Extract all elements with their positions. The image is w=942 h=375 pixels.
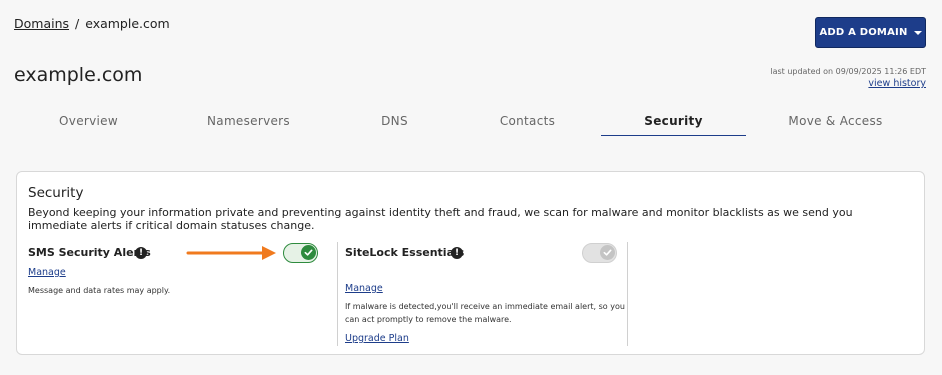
column-divider: [337, 242, 338, 346]
add-domain-label: ADD A DOMAIN: [819, 27, 908, 38]
security-title: Security: [28, 185, 84, 201]
sitelock-note: If malware is detected,you'll receive an…: [345, 302, 625, 324]
sms-alerts-title: SMS Security Alerts: [28, 246, 151, 259]
check-icon: [304, 249, 313, 256]
add-domain-button[interactable]: ADD A DOMAIN: [815, 17, 926, 48]
last-updated-info: last updated on 09/09/2025 11:26 EDT vie…: [770, 66, 926, 90]
breadcrumb: Domains / example.com: [14, 16, 170, 31]
security-card: Security Beyond keeping your information…: [16, 171, 925, 355]
tab-overview[interactable]: Overview: [16, 108, 161, 136]
sms-manage-link[interactable]: Manage: [28, 267, 66, 278]
breadcrumb-domains-link[interactable]: Domains: [14, 16, 69, 31]
tab-security[interactable]: Security: [601, 108, 746, 136]
toggle-knob: [301, 245, 316, 260]
view-history-link[interactable]: view history: [770, 78, 926, 90]
sms-note: Message and data rates may apply.: [28, 286, 171, 295]
sitelock-manage-link[interactable]: Manage: [345, 283, 383, 294]
last-updated-text: last updated on 09/09/2025 11:26 EDT: [770, 67, 926, 76]
sitelock-toggle[interactable]: [582, 243, 617, 263]
check-icon: [603, 249, 612, 256]
breadcrumb-separator: /: [75, 16, 80, 31]
security-description: Beyond keeping your information private …: [28, 206, 853, 232]
page-title: example.com: [14, 64, 143, 86]
tab-nameservers[interactable]: Nameservers: [176, 108, 321, 136]
arrow-right-icon: [186, 246, 276, 260]
upgrade-plan-link[interactable]: Upgrade Plan: [345, 333, 409, 344]
toggle-knob: [600, 245, 615, 260]
sms-alerts-toggle[interactable]: [283, 243, 318, 263]
exclamation-circle-icon[interactable]: !: [451, 247, 463, 259]
sitelock-title: SiteLock Essentials: [345, 246, 465, 259]
column-divider: [627, 242, 628, 346]
tab-contacts[interactable]: Contacts: [455, 108, 600, 136]
caret-down-icon: [913, 31, 922, 35]
exclamation-circle-icon[interactable]: !: [135, 247, 147, 259]
breadcrumb-current: example.com: [85, 16, 170, 31]
tab-bar: Overview Nameservers DNS Contacts Securi…: [16, 108, 906, 136]
tab-move-access[interactable]: Move & Access: [763, 108, 908, 136]
tab-dns[interactable]: DNS: [322, 108, 467, 136]
